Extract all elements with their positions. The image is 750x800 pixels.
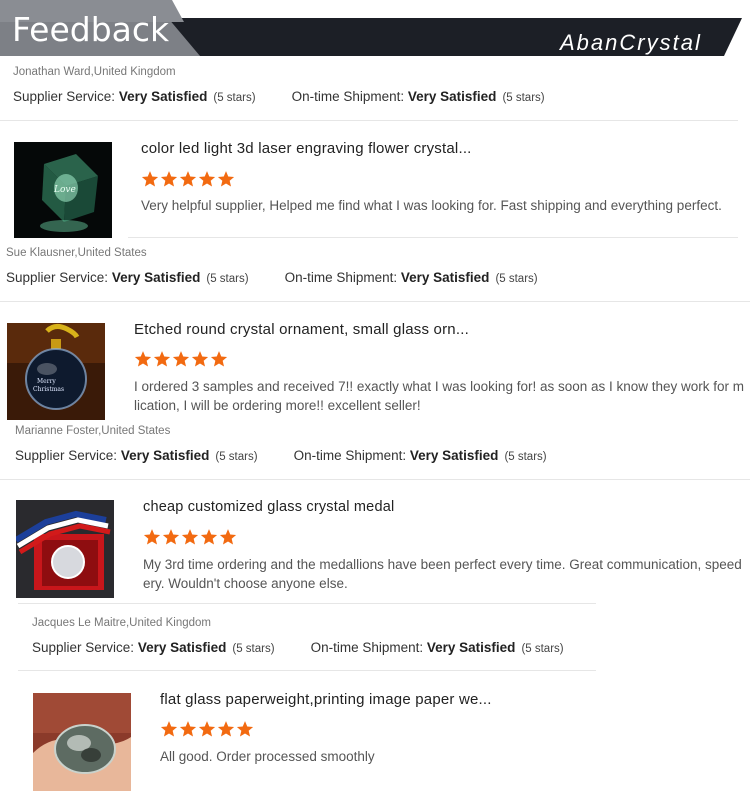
green-crystal-cube-image: Love: [14, 142, 112, 238]
supplier-service-stars: (5 stars): [206, 273, 249, 285]
ontime-shipment-value: Very Satisfied: [409, 448, 499, 463]
star-icon: [162, 529, 180, 545]
star-icon: [181, 529, 199, 545]
supplier-service-label: Supplier Service:: [32, 640, 135, 655]
product-thumbnail[interactable]: Merry Christmas: [7, 323, 105, 420]
svg-text:Love: Love: [53, 185, 76, 195]
divider: [0, 301, 750, 302]
rating-stars: [143, 528, 238, 548]
rating-stars: [134, 350, 229, 370]
star-icon: [179, 721, 197, 737]
ontime-shipment-stars: (5 stars): [502, 92, 545, 104]
brand-name: AbanCrystal: [560, 30, 702, 55]
review-comment: Very helpful supplier, Helped me find wh…: [141, 198, 722, 213]
supplier-service-label: Supplier Service:: [6, 270, 109, 285]
star-icon: [200, 529, 218, 545]
crystal-ornament-image: Merry Christmas: [7, 323, 105, 420]
divider: [128, 237, 738, 238]
crystal-medal-image: [16, 500, 114, 598]
reviewer-name: Marianne Foster,United States: [15, 425, 171, 437]
review-comment: My 3rd time ordering and the medallions …: [143, 555, 742, 593]
supplier-service-label: Supplier Service:: [15, 448, 118, 463]
ontime-shipment-label: On-time Shipment:: [291, 89, 405, 104]
star-icon: [219, 529, 237, 545]
divider: [0, 120, 738, 121]
product-title[interactable]: Etched round crystal ornament, small gla…: [134, 321, 469, 338]
star-icon: [134, 351, 152, 367]
divider: [18, 670, 596, 671]
supplier-service-value: Very Satisfied: [118, 89, 208, 104]
review-comment: All good. Order processed smoothly: [160, 749, 375, 764]
star-icon: [198, 721, 216, 737]
star-icon: [210, 351, 228, 367]
review-comment-line: lication, I will be ordering more!! exce…: [134, 398, 421, 413]
review-ratings: Supplier Service: Very Satisfied (5 stars…: [15, 448, 547, 463]
ontime-shipment-value: Very Satisfied: [407, 89, 497, 104]
star-icon: [236, 721, 254, 737]
supplier-service-stars: (5 stars): [215, 451, 258, 463]
star-icon: [191, 351, 209, 367]
ontime-shipment-stars: (5 stars): [504, 451, 547, 463]
supplier-service-value: Very Satisfied: [111, 270, 201, 285]
ontime-shipment-label: On-time Shipment:: [284, 270, 398, 285]
star-icon: [143, 529, 161, 545]
supplier-service-label: Supplier Service:: [13, 89, 116, 104]
product-title[interactable]: cheap customized glass crystal medal: [143, 499, 394, 515]
ontime-shipment-value: Very Satisfied: [400, 270, 490, 285]
paperweight-in-hand-image: [33, 693, 131, 791]
supplier-service-value: Very Satisfied: [137, 640, 227, 655]
review-comment-line: My 3rd time ordering and the medallions …: [143, 557, 742, 572]
supplier-service-stars: (5 stars): [213, 92, 256, 104]
svg-text:Christmas: Christmas: [33, 386, 64, 393]
review-ratings: Supplier Service: Very Satisfied (5 stars…: [13, 89, 545, 104]
review-ratings: Supplier Service: Very Satisfied (5 stars…: [32, 640, 564, 655]
star-icon: [160, 171, 178, 187]
review-comment-line: I ordered 3 samples and received 7!! exa…: [134, 379, 745, 394]
reviewer-name: Jonathan Ward,United Kingdom: [13, 66, 176, 78]
supplier-service-value: Very Satisfied: [120, 448, 210, 463]
star-icon: [217, 721, 235, 737]
ontime-shipment-value: Very Satisfied: [426, 640, 516, 655]
rating-stars: [141, 170, 236, 190]
star-icon: [198, 171, 216, 187]
divider: [0, 479, 750, 480]
star-icon: [179, 171, 197, 187]
reviewer-name: Jacques Le Maitre,United Kingdom: [32, 617, 211, 629]
divider: [18, 603, 596, 604]
ontime-shipment-stars: (5 stars): [495, 273, 538, 285]
review-comment: I ordered 3 samples and received 7!! exa…: [134, 377, 744, 415]
star-icon: [141, 171, 159, 187]
ontime-shipment-stars: (5 stars): [521, 643, 564, 655]
review-ratings: Supplier Service: Very Satisfied (5 stars…: [6, 270, 538, 285]
product-title[interactable]: flat glass paperweight,printing image pa…: [160, 691, 492, 708]
star-icon: [153, 351, 171, 367]
product-thumbnail[interactable]: Love: [14, 142, 112, 238]
star-icon: [172, 351, 190, 367]
supplier-service-stars: (5 stars): [232, 643, 275, 655]
ontime-shipment-label: On-time Shipment:: [293, 448, 407, 463]
product-thumbnail[interactable]: [16, 500, 114, 598]
review-comment-line: ery. Wouldn't choose anyone else.: [143, 576, 348, 591]
ontime-shipment-label: On-time Shipment:: [310, 640, 424, 655]
star-icon: [217, 171, 235, 187]
product-thumbnail[interactable]: [33, 693, 131, 791]
page-title: Feedback: [12, 10, 170, 49]
reviewer-name: Sue Klausner,United States: [6, 247, 147, 259]
product-title[interactable]: color led light 3d laser engraving flowe…: [141, 140, 472, 157]
svg-text:Merry: Merry: [37, 378, 56, 385]
feedback-header: Feedback AbanCrystal: [0, 0, 750, 58]
rating-stars: [160, 720, 255, 740]
star-icon: [160, 721, 178, 737]
